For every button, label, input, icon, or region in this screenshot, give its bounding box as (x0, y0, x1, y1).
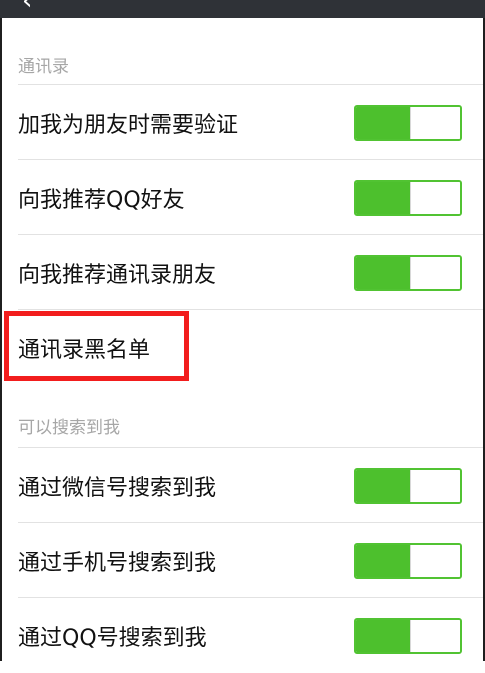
toggle-on-fill (356, 544, 410, 577)
toggle-knob (410, 619, 460, 652)
setting-row-recommend-contacts[interactable]: 向我推荐通讯录朋友 (0, 235, 483, 310)
toggle-knob (410, 256, 460, 289)
setting-row-recommend-qq[interactable]: 向我推荐QQ好友 (0, 160, 483, 235)
recommend-contacts-toggle[interactable] (354, 254, 462, 291)
toggle-on-fill (356, 619, 410, 652)
section-header-contacts: 通讯录 (18, 57, 69, 77)
recommend-qq-toggle[interactable] (354, 179, 462, 216)
setting-label: 加我为朋友时需要验证 (18, 112, 239, 138)
verify-friend-toggle[interactable] (354, 104, 462, 141)
setting-row-search-qq[interactable]: 通过QQ号搜索到我 (0, 598, 483, 673)
setting-row-search-wechat-id[interactable]: 通过微信号搜索到我 (0, 448, 483, 523)
toggle-on-fill (356, 256, 410, 289)
section-header-searchable: 可以搜索到我 (18, 418, 120, 438)
search-wechat-id-toggle[interactable] (354, 467, 462, 504)
setting-row-search-phone[interactable]: 通过手机号搜索到我 (0, 523, 483, 598)
setting-row-verify-friend[interactable]: 加我为朋友时需要验证 (0, 85, 483, 160)
toggle-knob (410, 544, 460, 577)
search-phone-toggle[interactable] (354, 542, 462, 579)
setting-label: 通过微信号搜索到我 (18, 475, 217, 501)
toggle-knob (410, 469, 460, 502)
setting-label: 向我推荐QQ好友 (18, 187, 185, 213)
setting-label: 通过手机号搜索到我 (18, 550, 217, 576)
toggle-on-fill (356, 181, 410, 214)
toggle-knob (410, 106, 460, 139)
toggle-on-fill (356, 469, 410, 502)
toggle-on-fill (356, 106, 410, 139)
setting-label: 通过QQ号搜索到我 (18, 625, 207, 651)
setting-label: 向我推荐通讯录朋友 (18, 262, 217, 288)
toggle-knob (410, 181, 460, 214)
title-bar: ‹ (0, 0, 485, 18)
search-qq-toggle[interactable] (354, 617, 462, 654)
red-highlight-box (4, 311, 189, 381)
back-arrow-icon[interactable]: ‹ (22, 0, 32, 14)
